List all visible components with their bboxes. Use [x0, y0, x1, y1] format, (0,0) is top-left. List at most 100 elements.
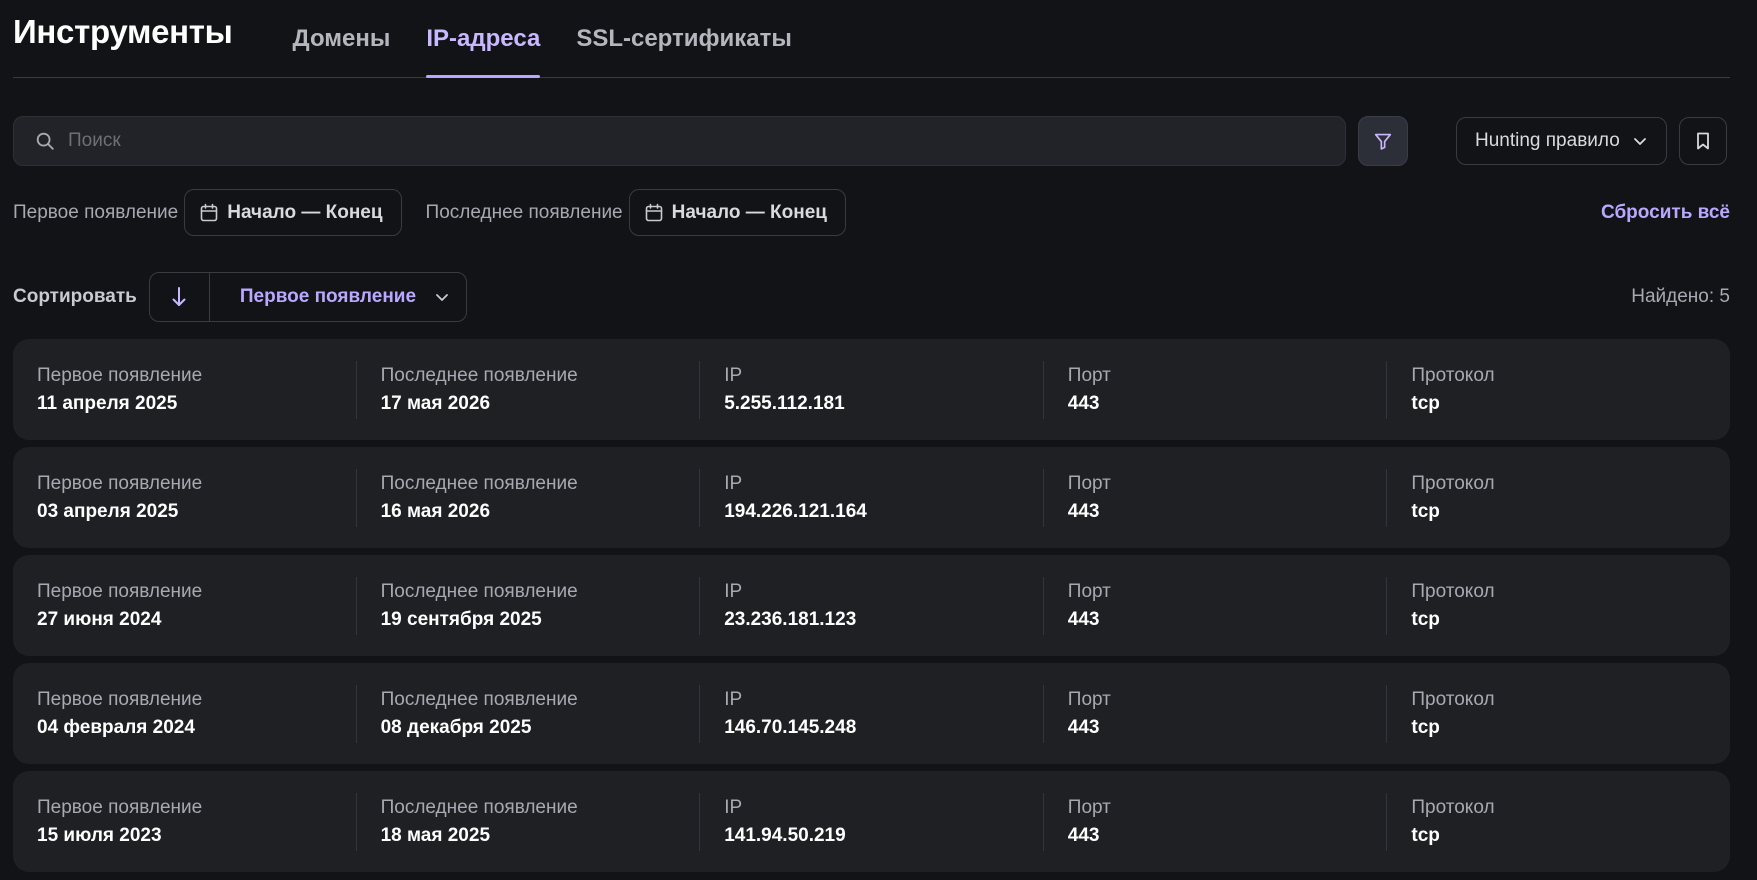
cell-protocol: Протокол tcp: [1386, 684, 1730, 743]
cell-label: Протокол: [1411, 364, 1495, 386]
sort-control: Первое появление: [148, 272, 468, 322]
tabs: Домены IP-адреса SSL-сертификаты: [293, 0, 828, 78]
cell-value: 141.94.50.219: [724, 824, 846, 846]
cell-value: 11 апреля 2025: [37, 392, 178, 414]
cell-first-seen: Первое появление 04 февраля 2024: [13, 685, 356, 743]
cell-label: IP: [724, 580, 743, 602]
cell-value: 27 июня 2024: [37, 608, 162, 630]
cell-ip: IP 5.255.112.181: [699, 360, 1043, 419]
cell-label: Последнее появление: [380, 364, 578, 386]
sort-field-dropdown[interactable]: Первое появление: [210, 273, 466, 321]
cell-value: tcp: [1411, 608, 1440, 630]
cell-value: 443: [1067, 608, 1100, 630]
cell-value: tcp: [1411, 392, 1440, 414]
cell-ip: IP 194.226.121.164: [699, 468, 1043, 527]
results-count: Найдено: 5: [1631, 286, 1730, 307]
cell-label: Первое появление: [37, 580, 203, 602]
bookmark-icon: [1696, 132, 1709, 150]
cell-ip: IP 146.70.145.248: [699, 684, 1043, 743]
cell-first-seen: Первое появление 27 июня 2024: [13, 577, 356, 635]
search-icon: [36, 132, 54, 150]
hunting-rule-label: Hunting правило: [1475, 130, 1620, 151]
cell-value: 03 апреля 2025: [37, 500, 179, 522]
arrow-down-icon: [172, 287, 186, 306]
chevron-down-icon: [436, 294, 448, 301]
result-row[interactable]: Первое появление 15 июля 2023 Последнее п…: [13, 771, 1730, 872]
cell-value: 08 декабря 2025: [380, 716, 532, 738]
cell-protocol: Протокол tcp: [1386, 576, 1730, 635]
date-filters: Первое появление Начало — Конец Последне…: [13, 189, 1730, 236]
cell-label: Последнее появление: [380, 688, 578, 710]
tab-ip-addresses[interactable]: IP-адреса: [426, 25, 540, 78]
cell-value: 5.255.112.181: [724, 392, 845, 414]
tab-ssl-certificates[interactable]: SSL-сертификаты: [576, 25, 792, 77]
last-seen-range-text: Начало — Конец: [671, 201, 827, 223]
cell-value: 443: [1067, 824, 1100, 846]
cell-label: Порт: [1067, 364, 1111, 386]
cell-value: 16 мая 2026: [380, 500, 491, 522]
header: Инструменты Домены IP-адреса SSL-сертифи…: [13, 0, 1730, 78]
sort-field-label: Первое появление: [239, 286, 417, 307]
cell-value: tcp: [1411, 500, 1440, 522]
cell-port: Порт 443: [1042, 792, 1387, 851]
result-row[interactable]: Первое появление 27 июня 2024 Последнее п…: [13, 555, 1730, 656]
cell-label: IP: [724, 472, 743, 494]
cell-value: 443: [1067, 392, 1100, 414]
first-seen-range-picker[interactable]: Начало — Конец: [184, 189, 402, 236]
calendar-icon: [645, 203, 662, 221]
last-seen-label: Последнее появление: [425, 201, 623, 223]
cell-label: Последнее появление: [380, 796, 578, 818]
filter-icon: [1374, 133, 1392, 150]
tab-domains[interactable]: Домены: [293, 25, 391, 77]
cell-value: 04 февраля 2024: [37, 716, 195, 738]
cell-last-seen: Последнее появление 18 мая 2025: [355, 792, 700, 851]
filter-button[interactable]: [1358, 116, 1408, 166]
cell-last-seen: Последнее появление 08 декабря 2025: [355, 684, 700, 743]
cell-label: Первое появление: [37, 472, 203, 494]
page: Инструменты Домены IP-адреса SSL-сертифи…: [0, 0, 1757, 880]
cell-protocol: Протокол tcp: [1386, 792, 1730, 851]
cell-port: Порт 443: [1042, 468, 1387, 527]
cell-label: Порт: [1067, 472, 1111, 494]
cell-ip: IP 23.236.181.123: [699, 576, 1043, 635]
result-row[interactable]: Первое появление 04 февраля 2024 Последне…: [13, 663, 1730, 764]
cell-label: Первое появление: [37, 688, 203, 710]
cell-value: 18 мая 2025: [380, 824, 491, 846]
search-input[interactable]: [68, 117, 1345, 165]
cell-ip: IP 141.94.50.219: [699, 792, 1043, 851]
cell-label: Первое появление: [37, 796, 203, 818]
hunting-rule-dropdown[interactable]: Hunting правило: [1456, 117, 1667, 165]
cell-value: 194.226.121.164: [724, 500, 867, 522]
first-seen-label: Первое появление: [13, 201, 179, 223]
cell-protocol: Протокол tcp: [1386, 360, 1730, 419]
cell-label: IP: [724, 364, 743, 386]
cell-label: Протокол: [1411, 796, 1495, 818]
cell-value: 19 сентября 2025: [380, 608, 542, 630]
cell-protocol: Протокол tcp: [1386, 468, 1730, 527]
cell-label: IP: [724, 688, 743, 710]
calendar-icon: [200, 203, 218, 221]
cell-last-seen: Последнее появление 17 мая 2026: [355, 360, 700, 419]
cell-value: 23.236.181.123: [724, 608, 857, 630]
cell-label: Протокол: [1411, 688, 1495, 710]
cell-port: Порт 443: [1042, 360, 1387, 419]
cell-first-seen: Первое появление 03 апреля 2025: [13, 469, 356, 527]
cell-label: IP: [724, 796, 743, 818]
cell-last-seen: Последнее появление 16 мая 2026: [355, 468, 700, 527]
bookmark-button[interactable]: [1678, 117, 1727, 165]
cell-port: Порт 443: [1042, 684, 1387, 743]
result-row[interactable]: Первое появление 03 апреля 2025 Последнее…: [13, 447, 1730, 548]
cell-first-seen: Первое появление 11 апреля 2025: [13, 361, 356, 419]
last-seen-range-picker[interactable]: Начало — Конец: [628, 189, 846, 236]
result-row[interactable]: Первое появление 11 апреля 2025 Последнее…: [13, 339, 1730, 440]
cell-label: Последнее появление: [380, 580, 578, 602]
cell-port: Порт 443: [1042, 576, 1387, 635]
cell-label: Первое появление: [37, 364, 203, 386]
chevron-down-icon: [1633, 138, 1646, 145]
first-seen-range-text: Начало — Конец: [227, 201, 383, 223]
sort-direction-button[interactable]: [150, 273, 210, 321]
cell-value: tcp: [1411, 824, 1440, 846]
cell-label: Протокол: [1411, 580, 1495, 602]
cell-value: 15 июля 2023: [37, 824, 162, 846]
reset-all-button[interactable]: Сбросить всё: [1601, 202, 1730, 224]
